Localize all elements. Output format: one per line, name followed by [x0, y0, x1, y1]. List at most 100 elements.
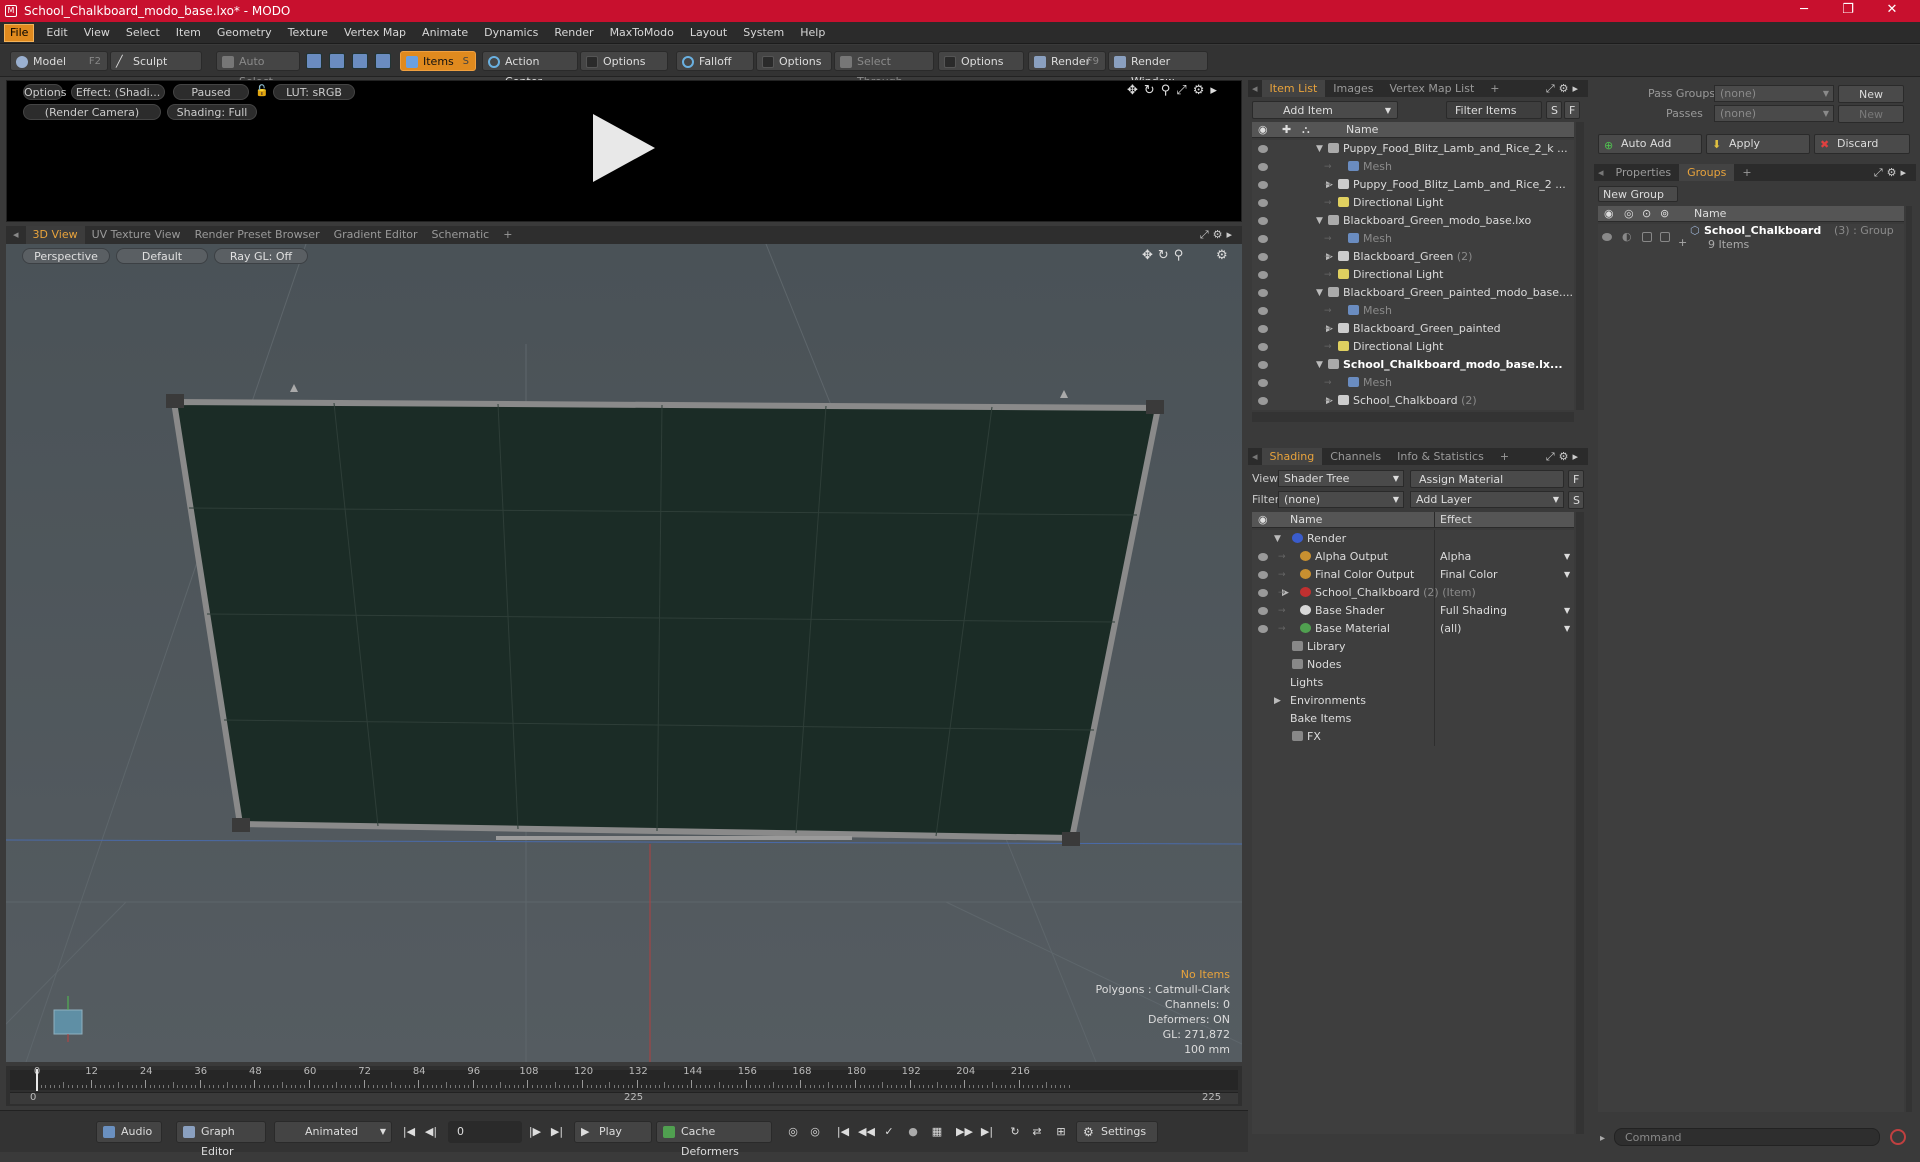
next-key-end-icon[interactable]: ▶|	[980, 1125, 994, 1139]
lock-column-icon[interactable]: ⊙	[1642, 206, 1651, 221]
assign-material-button[interactable]: Assign Material	[1410, 470, 1564, 488]
tab-gradient-editor[interactable]: Gradient Editor	[327, 226, 425, 244]
shader-tree-row[interactable]: Lights	[1252, 674, 1574, 692]
lock-icon[interactable]: 🔓	[255, 84, 269, 97]
command-history-icon[interactable]	[1890, 1129, 1906, 1145]
select-vertices-icon[interactable]	[306, 53, 322, 69]
visibility-column-icon[interactable]: ◉	[1604, 206, 1614, 221]
raygl-dropdown[interactable]: Ray GL: Off	[214, 248, 308, 264]
panel-grip-icon[interactable]: ◂	[1248, 448, 1262, 465]
expand-arrow-icon[interactable]: ▼	[1316, 284, 1323, 302]
visibility-column-icon[interactable]: ◉	[1258, 122, 1268, 137]
menu-select[interactable]: Select	[118, 22, 168, 44]
menu-system[interactable]: System	[735, 22, 792, 44]
visibility-eye-icon[interactable]	[1258, 397, 1268, 405]
ping-pong-icon[interactable]: ⇄	[1030, 1125, 1044, 1139]
cache-deformers-button[interactable]: Cache Deformers	[656, 1121, 772, 1158]
tab-uv-texture-view[interactable]: UV Texture View	[85, 226, 188, 244]
time-cursor[interactable]	[36, 1069, 38, 1091]
item-list-row[interactable]: → Mesh	[1252, 158, 1574, 176]
visibility-eye-icon[interactable]	[1258, 325, 1268, 333]
preview-paused-button[interactable]: Paused	[173, 84, 249, 100]
viewport-nav-icons[interactable]: ✥↻⚲	[1142, 248, 1188, 263]
shader-tree-row[interactable]: ▶ Environments	[1252, 692, 1574, 710]
item-list-row[interactable]: ▼ Blackboard_Green_modo_base.lxo	[1252, 212, 1574, 230]
visibility-eye-icon[interactable]	[1258, 217, 1268, 225]
shader-tree-row[interactable]: ▼ Render	[1252, 530, 1574, 548]
shader-tree-row[interactable]: → Alpha Output Alpha ▼	[1252, 548, 1574, 566]
chevron-down-icon[interactable]: ▼	[1564, 620, 1570, 638]
snap-icon[interactable]: ⊞	[1054, 1125, 1068, 1139]
tab-vertex-map-list[interactable]: Vertex Map List	[1381, 80, 1482, 97]
passes-dropdown[interactable]: (none) ▼	[1714, 105, 1834, 122]
render-toggle-icon[interactable]: ◐	[1622, 230, 1632, 243]
falloff-button[interactable]: Falloff	[676, 51, 754, 71]
expand-arrow-icon[interactable]: ▼	[1316, 212, 1323, 230]
shader-tree-scrollbar[interactable]	[1576, 512, 1584, 1134]
key-icon[interactable]: ◎	[786, 1125, 800, 1139]
next-key-icon[interactable]: ▶▶	[956, 1125, 973, 1139]
chevron-down-icon[interactable]: ▼	[1564, 566, 1570, 584]
model-mode-button[interactable]: Model F2	[10, 51, 108, 71]
item-list-row[interactable]: → Mesh	[1252, 374, 1574, 392]
animated-dropdown[interactable]: Animated ▼	[274, 1121, 392, 1143]
menu-layout[interactable]: Layout	[682, 22, 735, 44]
shader-tree-row[interactable]: → Base Shader Full Shading ▼	[1252, 602, 1574, 620]
menu-maxtomodo[interactable]: MaxToModo	[602, 22, 682, 44]
item-list-row[interactable]: ▶ → Blackboard_Green (2)	[1252, 248, 1574, 266]
visibility-eye-icon[interactable]	[1258, 343, 1268, 351]
go-to-start-icon[interactable]: |◀	[402, 1125, 416, 1139]
minimize-button[interactable]: ─	[1784, 0, 1824, 22]
shader-tree-row[interactable]: ▶ → School_Chalkboard (2) (Item)	[1252, 584, 1574, 602]
effect-value[interactable]: Full Shading	[1440, 602, 1507, 620]
visibility-eye-icon[interactable]	[1258, 553, 1268, 561]
lock-checkbox[interactable]	[1642, 232, 1652, 242]
visibility-eye-icon[interactable]	[1258, 271, 1268, 279]
select-through-button[interactable]: Select Through	[834, 51, 934, 88]
menu-edit[interactable]: Edit	[38, 22, 75, 44]
filter-dropdown[interactable]: (none) ▼	[1278, 491, 1404, 508]
prev-key-icon[interactable]: |◀	[836, 1125, 850, 1139]
groups-scrollbar[interactable]	[1906, 206, 1912, 1112]
item-list-row[interactable]: → Directional Light	[1252, 266, 1574, 284]
tab-groups[interactable]: Groups	[1679, 164, 1735, 181]
shader-tree-row[interactable]: Library	[1252, 638, 1574, 656]
visibility-eye-icon[interactable]	[1258, 379, 1268, 387]
play-icon[interactable]	[593, 114, 655, 182]
command-expand-icon[interactable]: ▸	[1600, 1133, 1605, 1144]
apply-button[interactable]: ⬇ Apply	[1706, 134, 1810, 154]
action-center-button[interactable]: Action Center	[482, 51, 578, 88]
shader-tree-row[interactable]: Nodes	[1252, 656, 1574, 674]
step-forward-icon[interactable]: |▶	[528, 1125, 542, 1139]
auto-select-button[interactable]: Auto Select	[216, 51, 300, 88]
add-tab-button[interactable]: +	[1482, 80, 1507, 97]
menu-item[interactable]: Item	[168, 22, 209, 44]
shader-tree-row[interactable]: Bake Items	[1252, 710, 1574, 728]
items-mode-button[interactable]: Items S	[400, 51, 476, 71]
record-icon[interactable]: ●	[906, 1125, 920, 1139]
item-list-row[interactable]: → Directional Light	[1252, 194, 1574, 212]
effect-value[interactable]: (all)	[1440, 620, 1461, 638]
expand-arrow-icon[interactable]: ▼	[1316, 140, 1323, 158]
perspective-dropdown[interactable]: Perspective	[22, 248, 110, 264]
timeline[interactable]: 0 12 24 36 48 60 72 84 96 108 120 132 144 156 168 180 19…	[6, 1066, 1242, 1106]
item-list-row[interactable]: → Directional Light	[1252, 338, 1574, 356]
item-list-f-button[interactable]: F	[1564, 101, 1580, 119]
expand-arrow-icon[interactable]: ▼	[1316, 356, 1323, 374]
select-polygons-icon[interactable]	[352, 53, 368, 69]
render-button[interactable]: Render F9	[1028, 51, 1106, 71]
panel-grip-icon[interactable]: ◂	[1248, 80, 1262, 97]
add-tab-button[interactable]: +	[1492, 448, 1517, 465]
visibility-eye-icon[interactable]	[1258, 571, 1268, 579]
menu-render[interactable]: Render	[546, 22, 601, 44]
auto-key-icon[interactable]: ✓	[882, 1125, 896, 1139]
tab-schematic[interactable]: Schematic	[425, 226, 497, 244]
view-dropdown[interactable]: Shader Tree ▼	[1278, 470, 1404, 487]
filter-items-input[interactable]: Filter Items	[1446, 101, 1542, 119]
visibility-eye-icon[interactable]	[1258, 235, 1268, 243]
effect-value[interactable]: Alpha	[1440, 548, 1471, 566]
viewport-tab-icons[interactable]: ⤢⚙▸	[1200, 228, 1236, 242]
menu-animate[interactable]: Animate	[414, 22, 476, 44]
effect-column-header[interactable]: Effect	[1440, 512, 1472, 527]
audio-button[interactable]: Audio	[96, 1121, 162, 1143]
